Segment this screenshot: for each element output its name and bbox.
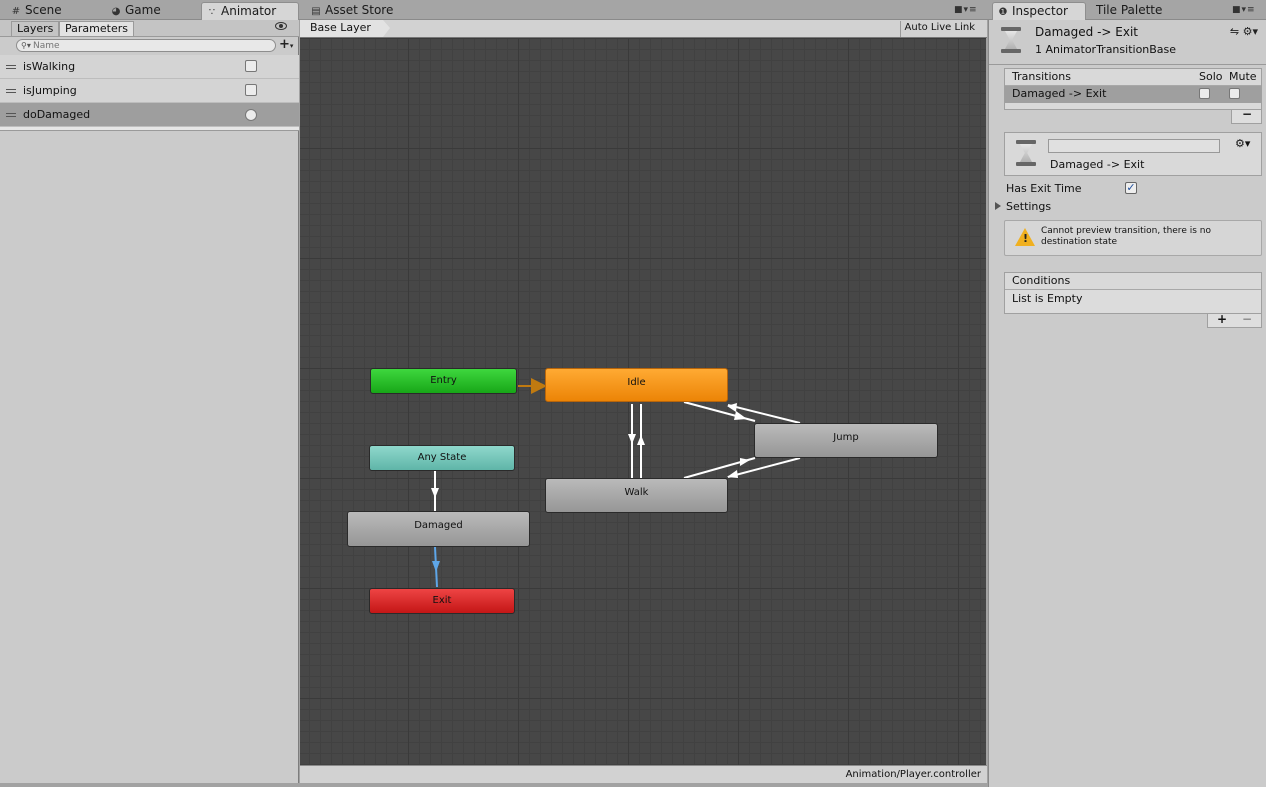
parameter-name[interactable]: isWalking bbox=[23, 60, 75, 73]
remove-transition-button[interactable]: − bbox=[1242, 107, 1252, 121]
nodes-icon: ∵ bbox=[208, 7, 216, 18]
tab-animator[interactable]: ∵ Animator bbox=[201, 2, 299, 20]
info-icon: ❶ bbox=[998, 7, 1008, 18]
parameter-list: isWalking isJumping doDamaged bbox=[0, 55, 299, 131]
bag-icon: ▤ bbox=[311, 6, 321, 17]
transition-jump-walk[interactable] bbox=[727, 457, 801, 478]
transition-icon bbox=[1001, 27, 1021, 53]
mute-checkbox[interactable] bbox=[1229, 88, 1240, 99]
panel-menu-icon[interactable]: ■▾≡ bbox=[954, 5, 978, 15]
parameter-name[interactable]: isJumping bbox=[23, 84, 77, 97]
drag-handle-icon[interactable] bbox=[6, 89, 16, 93]
state-node-damaged[interactable]: Damaged bbox=[347, 511, 530, 547]
settings-foldout[interactable]: Settings bbox=[1006, 200, 1051, 213]
has-exit-time-checkbox[interactable]: ✓ bbox=[1125, 182, 1137, 194]
controller-path: Animation/Player.controller bbox=[845, 769, 981, 780]
state-node-exit[interactable]: Exit bbox=[369, 588, 515, 614]
hash-icon: # bbox=[11, 6, 21, 17]
tab-game[interactable]: ◕ Game bbox=[106, 2, 186, 20]
drag-handle-icon[interactable] bbox=[6, 113, 16, 117]
bool-checkbox[interactable] bbox=[245, 84, 257, 96]
graph-status-bar: Animation/Player.controller bbox=[300, 765, 987, 783]
transition-row[interactable]: Damaged -> Exit bbox=[1005, 86, 1261, 103]
inspector-tools: ⇋ ⚙▾ bbox=[1230, 25, 1258, 38]
preview-warning: Cannot preview transition, there is no d… bbox=[1004, 220, 1262, 256]
inspector-subtitle: 1 AnimatorTransitionBase bbox=[1035, 43, 1177, 56]
state-node-idle[interactable]: Idle bbox=[545, 368, 728, 402]
state-node-any-state[interactable]: Any State bbox=[369, 445, 515, 471]
mute-header: Mute bbox=[1229, 70, 1257, 83]
inspector-title: Damaged -> Exit bbox=[1035, 25, 1138, 39]
drag-handle-icon[interactable] bbox=[6, 65, 16, 69]
animator-graph-canvas[interactable]: Entry Idle Jump Any State Walk Damaged E… bbox=[300, 38, 986, 765]
transitions-list: Transitions Solo Mute Damaged -> Exit bbox=[1004, 68, 1262, 110]
pacman-icon: ◕ bbox=[111, 6, 121, 17]
tab-asset-store[interactable]: ▤ Asset Store bbox=[306, 2, 406, 20]
solo-checkbox[interactable] bbox=[1199, 88, 1210, 99]
remove-condition-button[interactable]: − bbox=[1242, 312, 1252, 326]
sliders-icon[interactable]: ⇋ bbox=[1230, 25, 1239, 38]
parameters-panel: Layers Parameters ⚲▾ +▾ isWalking isJump… bbox=[0, 20, 299, 787]
transition-name-field[interactable] bbox=[1048, 139, 1220, 153]
add-parameter-button[interactable]: +▾ bbox=[279, 37, 293, 52]
transition-label: Damaged -> Exit bbox=[1050, 158, 1145, 171]
tab-parameters[interactable]: Parameters bbox=[59, 21, 134, 37]
transition-gear-icon[interactable]: ⚙▾ bbox=[1235, 137, 1250, 150]
warning-icon bbox=[1015, 228, 1035, 246]
auto-live-link-button[interactable]: Auto Live Link bbox=[899, 21, 979, 37]
parameter-row-isjumping[interactable]: isJumping bbox=[0, 79, 299, 103]
state-node-entry[interactable]: Entry bbox=[370, 368, 517, 394]
inspector-tab-bar: ❶ Inspector Tile Palette ■▾≡ bbox=[988, 0, 1266, 20]
parameter-search: ⚲▾ bbox=[16, 39, 276, 52]
parameter-name[interactable]: doDamaged bbox=[23, 108, 90, 121]
graph-toolbar: Base Layer Auto Live Link bbox=[300, 20, 987, 38]
tab-inspector[interactable]: ❶ Inspector bbox=[992, 2, 1086, 20]
state-node-walk[interactable]: Walk bbox=[545, 478, 728, 513]
tab-scene[interactable]: # Scene bbox=[6, 2, 74, 20]
bool-checkbox[interactable] bbox=[245, 60, 257, 72]
parameter-row-dodamaged[interactable]: doDamaged bbox=[0, 103, 299, 127]
inspector-panel: Damaged -> Exit 1 AnimatorTransitionBase… bbox=[988, 20, 1266, 787]
search-icon[interactable]: ⚲▾ bbox=[21, 41, 31, 50]
gear-icon[interactable]: ⚙▾ bbox=[1243, 25, 1258, 38]
state-node-jump[interactable]: Jump bbox=[754, 423, 938, 458]
conditions-list: Conditions List is Empty bbox=[1004, 272, 1262, 314]
inspector-menu-icon[interactable]: ■▾≡ bbox=[1232, 5, 1256, 15]
tab-layers[interactable]: Layers bbox=[11, 21, 60, 37]
solo-header: Solo bbox=[1199, 70, 1223, 83]
transition-header: ⚙▾ Damaged -> Exit bbox=[1004, 132, 1262, 176]
layers-parameters-tabs: Layers Parameters bbox=[0, 20, 299, 37]
conditions-header: Conditions bbox=[1005, 273, 1261, 290]
tab-tile-palette[interactable]: Tile Palette bbox=[1092, 2, 1182, 20]
parameter-row-iswalking[interactable]: isWalking bbox=[0, 55, 299, 79]
breadcrumb[interactable]: Base Layer bbox=[300, 20, 390, 37]
eye-icon[interactable] bbox=[275, 22, 287, 30]
editor-tab-bar: # Scene ◕ Game ∵ Animator ▤ Asset Store ■▾≡ bbox=[0, 0, 988, 20]
conditions-empty-text: List is Empty bbox=[1005, 290, 1261, 313]
settings-foldout-arrow-icon[interactable] bbox=[995, 202, 1001, 210]
has-exit-time-label: Has Exit Time bbox=[1006, 182, 1082, 195]
transition-icon bbox=[1016, 140, 1036, 166]
parameter-search-input[interactable] bbox=[33, 40, 268, 51]
add-condition-button[interactable]: + bbox=[1217, 312, 1227, 326]
trigger-radio[interactable] bbox=[245, 109, 257, 121]
transitions-header: Transitions bbox=[1012, 70, 1071, 83]
